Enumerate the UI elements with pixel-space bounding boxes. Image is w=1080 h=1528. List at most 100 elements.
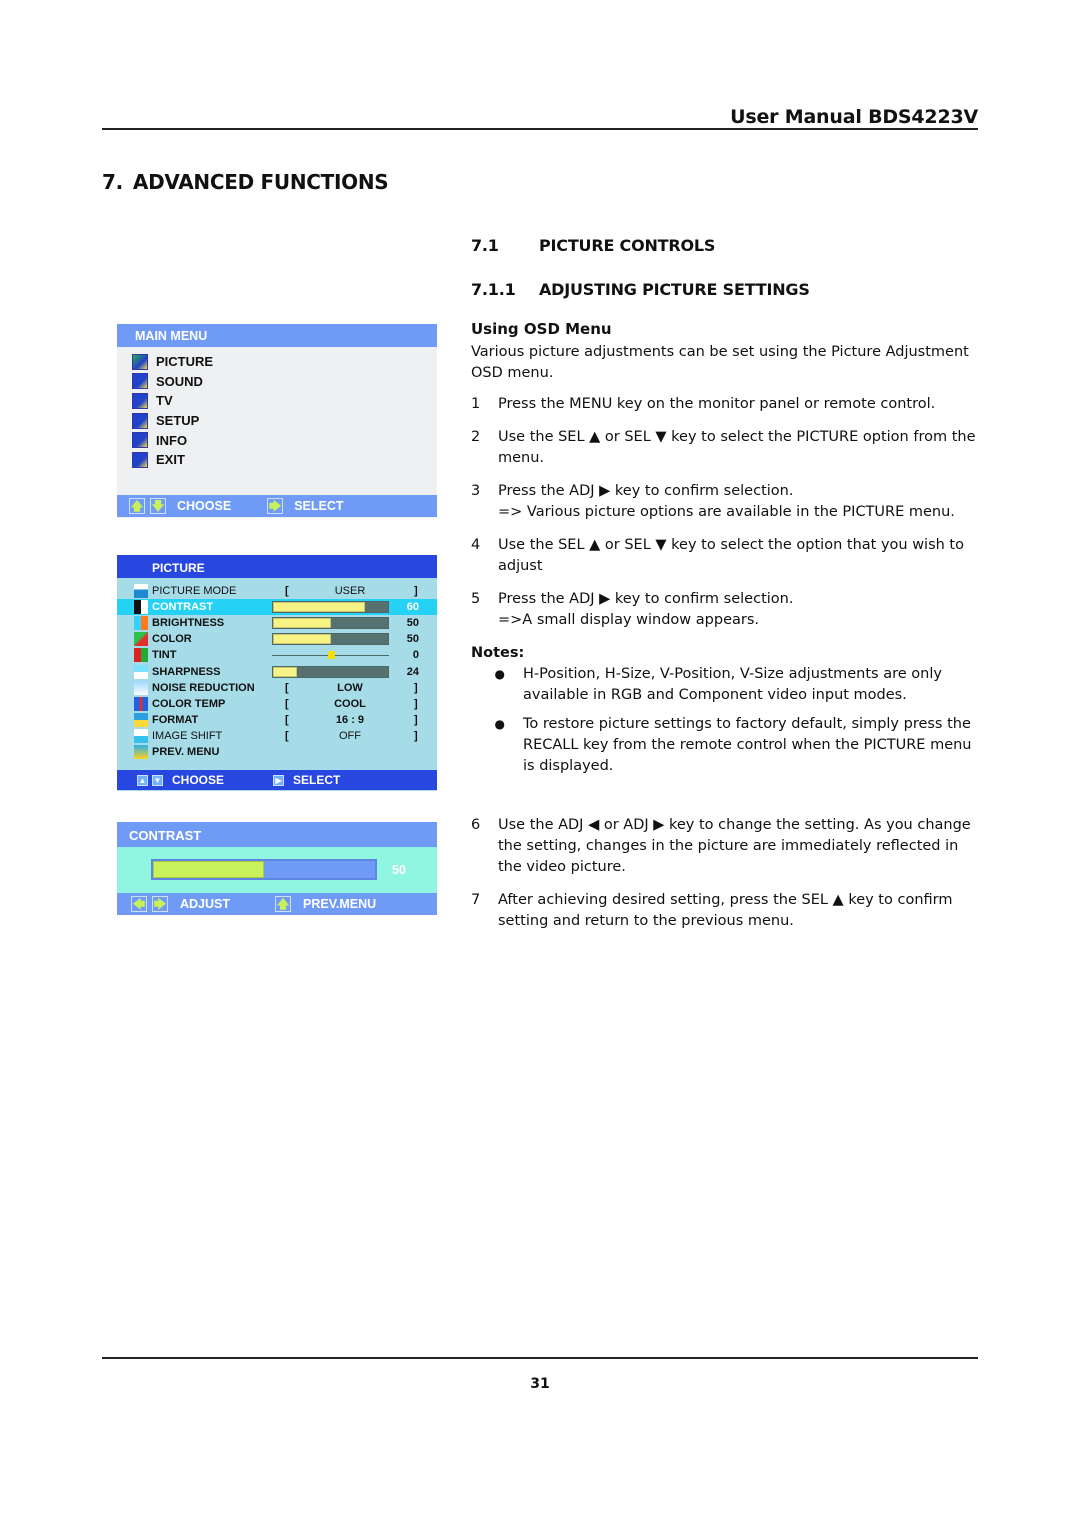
row-label: BRIGHTNESS: [152, 617, 225, 630]
picture-menu-footer: ▲ ▼ CHOOSE ▶ SELECT: [117, 770, 437, 790]
row-slider-fill: [273, 666, 298, 677]
step-instruction: Press the MENU key on the monitor panel …: [498, 396, 936, 412]
row-value: 50: [406, 617, 419, 630]
bracket-right: ]: [414, 681, 418, 694]
picture-menu-row-brightness[interactable]: BRIGHTNESS 50: [117, 615, 437, 631]
step-4: 4 Use the SEL ▲ or SEL ▼ key to select th…: [471, 535, 981, 577]
main-menu-item-label: SOUND: [156, 373, 203, 389]
tint-icon: [134, 648, 148, 663]
select-label: SELECT: [293, 773, 341, 787]
picture-menu-row-color[interactable]: COLOR 50: [117, 631, 437, 647]
setup-icon: [132, 412, 148, 429]
tv-icon: [132, 392, 148, 409]
contrast-slider[interactable]: [151, 859, 377, 880]
sharpness-icon: [134, 664, 148, 679]
step-instruction: After achieving desired setting, press t…: [498, 892, 953, 929]
step-number: 2: [471, 429, 481, 445]
step-2: 2 Use the SEL ▲ or SEL ▼ key to select th…: [471, 427, 981, 469]
subsection-number: 7.1.1: [471, 280, 516, 299]
chapter-heading: 7. ADVANCED FUNCTIONS: [102, 170, 389, 194]
row-slider[interactable]: [272, 617, 389, 630]
note-item: ● To restore picture settings to factory …: [471, 714, 981, 777]
prev-menu-icon: [134, 744, 148, 759]
subsection-title: ADJUSTING PICTURE SETTINGS: [539, 280, 810, 299]
row-value: OFF: [339, 729, 361, 742]
choose-label: CHOOSE: [177, 499, 232, 513]
step-result: => Various picture options are available…: [498, 504, 955, 520]
picture-menu-row-tint[interactable]: TINT 0: [117, 647, 437, 663]
step-3: 3 Press the ADJ ▶ key to confirm selectio…: [471, 481, 981, 523]
chapter-title: ADVANCED FUNCTIONS: [132, 170, 389, 194]
step-instruction: Use the SEL ▲ or SEL ▼ key to select the…: [498, 537, 964, 574]
picture-menu-row-image-shift[interactable]: IMAGE SHIFT[OFF]: [117, 728, 437, 744]
note-item: ● H-Position, H-Size, V-Position, V-Size …: [471, 664, 981, 706]
step-1: 1 Press the MENU key on the monitor panel…: [471, 394, 981, 415]
section-heading: 7.1 PICTURE CONTROLS: [471, 236, 715, 255]
row-slider-knob[interactable]: [327, 651, 335, 660]
row-slider[interactable]: [272, 665, 389, 678]
picture-menu-row-format[interactable]: FORMAT[16 : 9]: [117, 712, 437, 728]
row-label: PICTURE MODE: [152, 585, 237, 598]
row-slider[interactable]: [272, 633, 389, 646]
step-text: Use the ADJ ◀ or ADJ ▶ key to change the…: [498, 815, 981, 878]
step-number: 6: [471, 817, 481, 833]
picture-mode-icon: [134, 584, 148, 599]
picture-menu-title: PICTURE: [117, 555, 437, 578]
picture-menu-row-noise-reduction[interactable]: NOISE REDUCTION[LOW]: [117, 680, 437, 696]
using-osd-heading: Using OSD Menu: [471, 320, 612, 338]
up-arrow-icon: 🡅: [129, 498, 145, 514]
step-number: 5: [471, 591, 481, 607]
picture-menu-osd: PICTURE PICTURE MODE[USER] CONTRAST 60 BRIG…: [117, 555, 437, 791]
row-value: LOW: [337, 681, 363, 694]
picture-menu-row-prev-menu[interactable]: PREV. MENU: [117, 744, 437, 760]
noise-reduction-icon: [134, 680, 148, 695]
right-arrow-icon: 🡆: [152, 896, 168, 912]
picture-menu-row-contrast[interactable]: CONTRAST 60: [117, 599, 437, 616]
main-menu-item-tv[interactable]: TV: [132, 391, 437, 411]
main-menu-item-label: PICTURE: [156, 354, 214, 370]
picture-menu-row-sharpness[interactable]: SHARPNESS 24: [117, 663, 437, 679]
contrast-window-footer: 🡄 🡆 ADJUST 🡅 PREV.MENU: [117, 893, 437, 915]
note-text: H-Position, H-Size, V-Position, V-Size a…: [523, 666, 942, 703]
step-instruction: Use the SEL ▲ or SEL ▼ key to select the…: [498, 429, 976, 466]
chapter-number: 7.: [102, 170, 123, 194]
row-label: CONTRAST: [152, 601, 214, 614]
picture-menu-row-color-temp[interactable]: COLOR TEMP[COOL]: [117, 696, 437, 712]
prev-menu-label: PREV.MENU: [303, 897, 377, 911]
main-menu-item-label: TV: [156, 393, 173, 409]
contrast-window-osd: CONTRAST 50 🡄 🡆 ADJUST 🡅 PREV.MENU: [117, 822, 437, 915]
main-menu-item-exit[interactable]: EXIT: [132, 450, 437, 470]
step-instruction: Use the ADJ ◀ or ADJ ▶ key to change the…: [498, 817, 971, 875]
section-number: 7.1: [471, 236, 499, 255]
notes-heading: Notes:: [471, 645, 525, 661]
right-arrow-icon: ▶: [273, 774, 285, 786]
select-label: SELECT: [294, 499, 344, 513]
step-instruction: Press the ADJ ▶ key to confirm selection…: [498, 483, 794, 499]
contrast-slider-fill: [153, 861, 264, 878]
bullet-icon: ●: [494, 667, 505, 681]
row-value: COOL: [334, 697, 366, 710]
picture-menu-row-picture-mode[interactable]: PICTURE MODE[USER]: [117, 583, 437, 599]
sound-icon: [132, 373, 148, 390]
step-result: =>A small display window appears.: [498, 612, 759, 628]
row-value: 50: [406, 633, 419, 646]
format-icon: [134, 712, 148, 727]
steps-list: 1 Press the MENU key on the monitor panel…: [471, 394, 981, 631]
picture-icon: [132, 353, 148, 370]
step-number: 4: [471, 537, 481, 553]
main-menu-item-sound[interactable]: SOUND: [132, 372, 437, 392]
main-menu-item-picture[interactable]: PICTURE: [132, 352, 437, 372]
row-value: 24: [406, 665, 419, 678]
main-menu-item-info[interactable]: INFO: [132, 430, 437, 450]
row-slider[interactable]: [272, 601, 389, 614]
up-arrow-icon: 🡅: [275, 896, 292, 912]
section-title: PICTURE CONTROLS: [539, 236, 716, 255]
main-menu-item-setup[interactable]: SETUP: [132, 411, 437, 431]
notes-list: ● H-Position, H-Size, V-Position, V-Size …: [471, 664, 981, 777]
note-text: To restore picture settings to factory d…: [523, 716, 972, 774]
row-value: 60: [406, 601, 419, 614]
subsection-heading: 7.1.1 ADJUSTING PICTURE SETTINGS: [471, 280, 810, 299]
step-text: Press the ADJ ▶ key to confirm selection…: [498, 481, 981, 523]
main-menu-footer: 🡅 🡇 CHOOSE 🡆 SELECT: [117, 495, 437, 517]
row-label: FORMAT: [152, 713, 199, 726]
